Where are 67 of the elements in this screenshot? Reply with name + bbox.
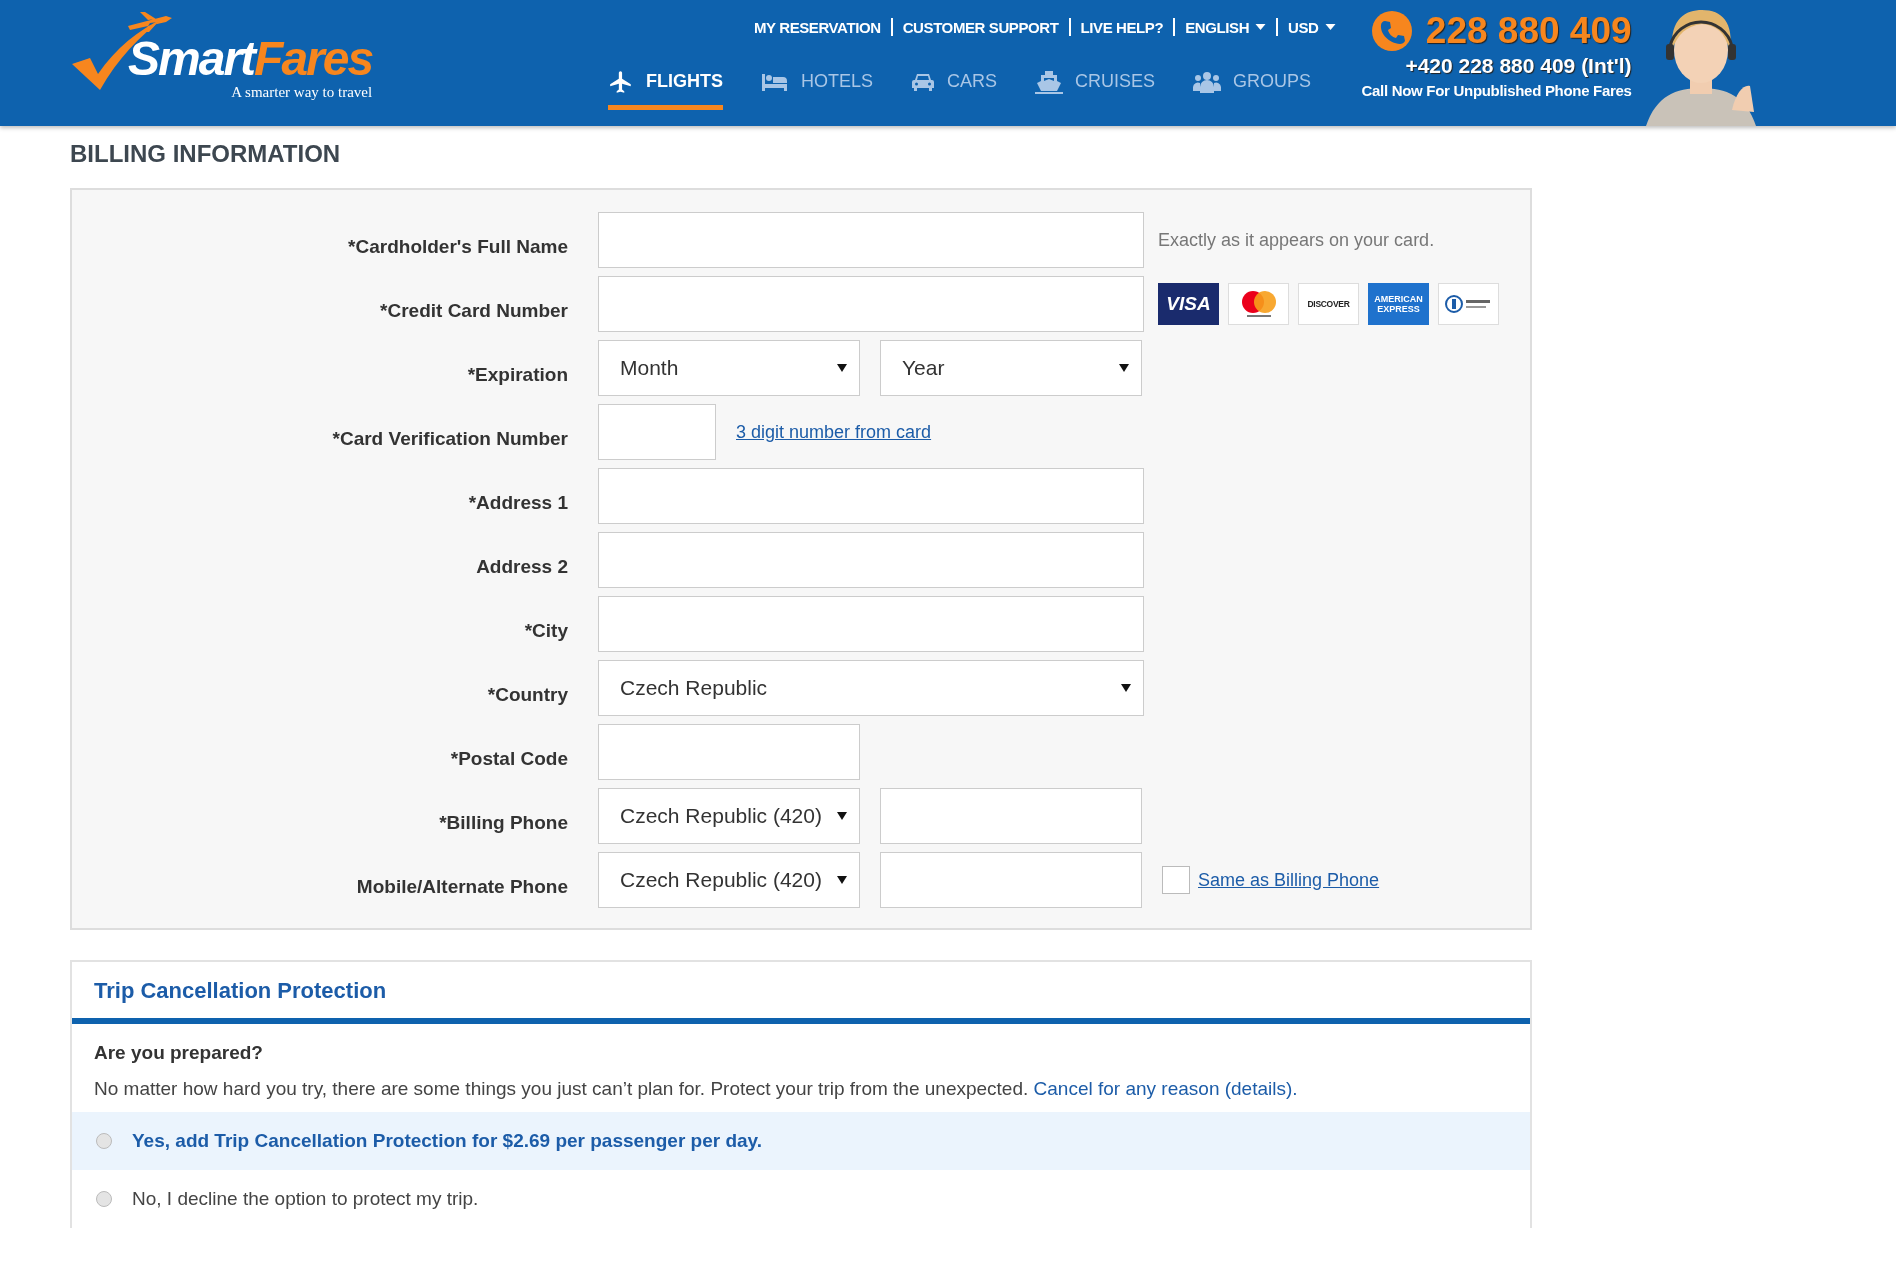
nav-tab[interactable]: FLIGHTS — [608, 64, 723, 110]
question-heading: Are you prepared? — [94, 1042, 264, 1064]
field-label: *Card Verification Number — [331, 427, 569, 450]
input-field[interactable] — [598, 468, 1144, 524]
dropdown-arrow-icon — [837, 364, 847, 372]
plane-icon — [608, 68, 634, 95]
dropdown-arrow-icon — [837, 812, 847, 820]
field-label: *Address 1 — [467, 491, 569, 514]
field-label: *Country — [486, 683, 569, 706]
top-link[interactable]: CUSTOMER SUPPORT — [902, 18, 1059, 36]
section-title: BILLING INFORMATION — [70, 140, 342, 168]
description-text: No matter how hard you try, there are some things you just can’t plan for. Protect your trip from the unexpected. — [94, 1078, 1029, 1099]
phone-note: Call Now For Unpublished Phone Fares — [1361, 82, 1632, 99]
diners-club-logo — [1438, 283, 1499, 325]
field-label: *Postal Code — [449, 747, 569, 770]
nav-tab[interactable]: GROUPS — [1193, 64, 1312, 110]
dropdown-arrow-icon — [837, 876, 847, 884]
field-label: *City — [523, 619, 569, 642]
top-link[interactable]: MY RESERVATION — [754, 18, 881, 36]
radio-button[interactable] — [96, 1133, 112, 1149]
panel-title: Trip Cancellation Protection — [72, 962, 1530, 1024]
intl-phone-number[interactable]: +420 228 880 409 (Int'l) — [1405, 54, 1632, 78]
nav-tab[interactable]: CRUISES — [1035, 64, 1156, 110]
input-field[interactable] — [598, 404, 716, 460]
select-dropdown[interactable]: Month — [598, 340, 860, 396]
checkbox[interactable] — [1162, 866, 1190, 894]
input-field[interactable] — [598, 724, 860, 780]
top-link[interactable]: USD — [1288, 18, 1336, 36]
radio-button[interactable] — [96, 1191, 112, 1207]
dropdown-arrow-icon — [1121, 684, 1131, 692]
input-field[interactable] — [598, 276, 1144, 332]
bed-icon — [761, 71, 789, 92]
input-field[interactable] — [598, 212, 1144, 268]
details-link[interactable]: Cancel for any reason (details). — [1033, 1078, 1298, 1099]
field-label: Address 2 — [475, 555, 569, 578]
top-link[interactable]: LIVE HELP? — [1080, 18, 1164, 36]
ship-icon — [1035, 69, 1064, 94]
field-label: *Expiration — [466, 363, 569, 386]
phone-icon — [1371, 11, 1412, 51]
dropdown-arrow-icon — [1119, 364, 1129, 372]
input-field[interactable] — [880, 788, 1142, 844]
field-hint: Exactly as it appears on your card. — [1158, 229, 1435, 251]
radio-option[interactable]: No, I decline the option to protect my trip. — [72, 1170, 1530, 1228]
people-icon — [1193, 70, 1222, 93]
select-dropdown[interactable]: Czech Republic (420) — [598, 852, 860, 908]
field-label: Mobile/Alternate Phone — [355, 875, 569, 898]
select-dropdown[interactable]: Year — [880, 340, 1142, 396]
amex-logo: AMERICAN EXPRESS — [1368, 283, 1429, 325]
logo-wordmark[interactable]: SmartFares — [128, 34, 373, 84]
mastercard-logo — [1228, 283, 1289, 325]
select-dropdown[interactable]: Czech Republic (420) — [598, 788, 860, 844]
discover-logo: DISCOVER — [1298, 283, 1359, 325]
top-link[interactable]: ENGLISH — [1185, 18, 1267, 36]
input-field[interactable] — [598, 596, 1144, 652]
field-label: *Credit Card Number — [379, 299, 569, 322]
checkbox-label-link[interactable]: Same as Billing Phone — [1198, 869, 1380, 891]
field-label: *Cardholder's Full Name — [347, 235, 569, 258]
logo-tagline: A smarter way to travel — [231, 84, 373, 101]
radio-option[interactable]: Yes, add Trip Cancellation Protection for $2.69 per passenger per day. — [72, 1112, 1530, 1170]
help-link[interactable]: 3 digit number from card — [736, 421, 932, 443]
input-field[interactable] — [880, 852, 1142, 908]
visa-logo: VISA — [1158, 283, 1219, 325]
nav-tab[interactable]: HOTELS — [761, 64, 874, 110]
input-field[interactable] — [598, 532, 1144, 588]
field-label: *Billing Phone — [438, 811, 569, 834]
nav-tab[interactable]: CARS — [911, 64, 998, 110]
select-dropdown[interactable]: Czech Republic — [598, 660, 1144, 716]
